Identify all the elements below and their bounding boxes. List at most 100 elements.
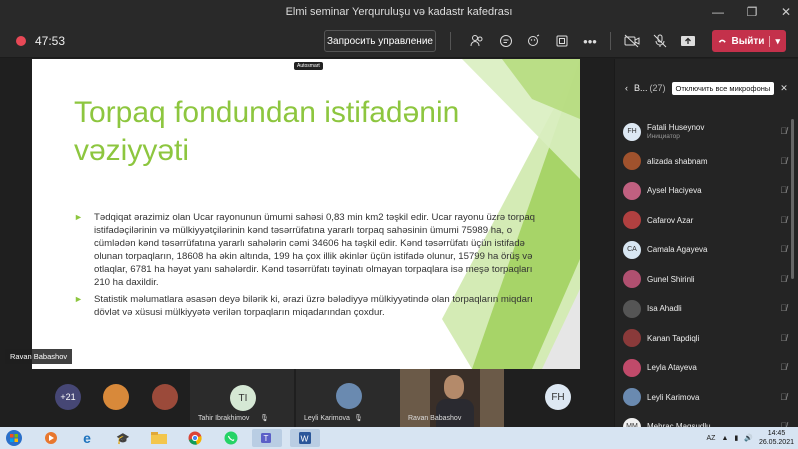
svg-text:T: T bbox=[264, 434, 269, 443]
close-icon[interactable]: ✕ bbox=[780, 83, 788, 94]
avatar: CA bbox=[623, 240, 641, 259]
autosmart-badge: Autosmart bbox=[294, 62, 323, 70]
mic-off-icon[interactable] bbox=[651, 32, 669, 50]
recording-icon bbox=[16, 36, 26, 46]
clock-date: 26.05.2021 bbox=[758, 439, 794, 446]
participants-panel: ‹ B... (27) Отключить все микрофоны ✕ FH… bbox=[614, 59, 798, 436]
avatar: TI bbox=[230, 385, 256, 411]
minimize-icon[interactable]: — bbox=[712, 5, 724, 19]
clock[interactable]: 14:45 26.05.2021 bbox=[759, 429, 794, 447]
participant-name: Isa Ahadli bbox=[647, 304, 682, 314]
participant-row[interactable]: Kanan Tapdiqli 🎙̸ bbox=[623, 324, 787, 354]
chat-icon[interactable] bbox=[497, 32, 515, 50]
reactions-icon[interactable] bbox=[525, 32, 543, 50]
avatar bbox=[623, 299, 641, 318]
chevron-down-icon[interactable]: ▾ bbox=[769, 35, 780, 47]
video-tile[interactable]: TI Tahir Ibrakhimov 🎙 bbox=[190, 369, 294, 427]
slide-title: Torpaq fondundan istifadənin vəziyyəti bbox=[74, 96, 460, 167]
phone-icon bbox=[718, 39, 726, 43]
participant-name: Leyli Karimova bbox=[647, 392, 700, 402]
leave-label: Выйти bbox=[731, 35, 765, 47]
tray-chevron-icon[interactable]: ▲ bbox=[721, 435, 728, 442]
network-icon[interactable]: ▮ bbox=[734, 434, 738, 442]
leave-button[interactable]: Выйти ▾ bbox=[712, 30, 786, 52]
teams-meeting-window: Elmi seminar Yerquruluşu və kadastr kafe… bbox=[0, 0, 798, 449]
avatar[interactable] bbox=[152, 384, 178, 410]
video-tile[interactable]: Ravan Babashov bbox=[400, 369, 504, 427]
teams-icon[interactable]: T bbox=[252, 429, 282, 447]
window-controls: — ❐ ✕ bbox=[712, 0, 792, 24]
avatar[interactable]: FH bbox=[545, 384, 571, 410]
more-options-icon[interactable]: ••• bbox=[581, 32, 599, 50]
participant-row[interactable]: CA Camala Agayeva 🎙̸ bbox=[623, 235, 787, 265]
mic-off-icon[interactable]: 🎙̸ bbox=[780, 126, 787, 136]
camera-off-icon[interactable] bbox=[623, 32, 641, 50]
window-title: Elmi seminar Yerquruluşu və kadastr kafe… bbox=[285, 6, 513, 18]
mic-off-icon[interactable]: 🎙̸ bbox=[780, 362, 787, 372]
avatar bbox=[623, 358, 641, 377]
mute-all-button[interactable]: Отключить все микрофоны bbox=[671, 81, 775, 95]
participant-row[interactable]: Gunel Shirinli 🎙̸ bbox=[623, 265, 787, 295]
tile-name: Tahir Ibrakhimov bbox=[198, 415, 250, 422]
avatar bbox=[623, 329, 641, 348]
participant-row[interactable]: Cafarov Azar 🎙̸ bbox=[623, 206, 787, 236]
file-explorer-icon[interactable] bbox=[144, 429, 174, 447]
word-icon[interactable]: W bbox=[290, 429, 320, 447]
mic-off-icon[interactable]: 🎙̸ bbox=[780, 274, 787, 284]
participant-row[interactable]: FH Fatali Huseynov Инициатор 🎙̸ bbox=[623, 117, 787, 147]
mic-off-icon[interactable]: 🎙̸ bbox=[780, 215, 787, 225]
avatar bbox=[623, 211, 641, 230]
tile-name: Leyli Karimova bbox=[304, 415, 350, 422]
participant-row[interactable]: Isa Ahadli 🎙̸ bbox=[623, 294, 787, 324]
avatar[interactable] bbox=[103, 384, 129, 410]
shared-slide: Autosmart Torpaq fondundan istifadənin v… bbox=[32, 59, 580, 369]
avatar bbox=[336, 383, 362, 409]
system-tray: AZ ▲ ▮ 🔊 14:45 26.05.2021 bbox=[706, 428, 794, 448]
participant-row[interactable]: Aysel Haciyeva 🎙̸ bbox=[623, 176, 787, 206]
request-control-button[interactable]: Запросить управление bbox=[324, 30, 436, 52]
participant-row[interactable]: alizada shabnam 🎙̸ bbox=[623, 147, 787, 177]
more-participants-badge[interactable]: +21 bbox=[55, 384, 81, 410]
close-icon[interactable]: ✕ bbox=[780, 5, 792, 19]
bullet-text: Statistik məlumatlara əsasən deyə biləri… bbox=[94, 293, 533, 318]
participants-icon[interactable] bbox=[468, 32, 486, 50]
graduation-app-icon[interactable]: 🎓 bbox=[108, 429, 138, 447]
bullet-arrow-icon: ► bbox=[74, 212, 83, 222]
mic-off-icon: 🎙 bbox=[260, 415, 269, 422]
avatar bbox=[623, 270, 641, 289]
participant-role: Инициатор bbox=[647, 133, 680, 141]
participant-row[interactable]: Leyli Karimova 🎙̸ bbox=[623, 383, 787, 413]
mic-off-icon[interactable]: 🎙̸ bbox=[780, 392, 787, 402]
meeting-toolbar: 47:53 Запросить управление ••• Выйти ▾ bbox=[0, 24, 798, 58]
media-player-icon[interactable] bbox=[36, 429, 66, 447]
participant-name: Cafarov Azar bbox=[647, 215, 694, 225]
participant-name: Gunel Shirinli bbox=[647, 274, 695, 284]
windows-taskbar: e 🎓 T W AZ ▲ ▮ 🔊 14:45 26.05.2021 bbox=[0, 427, 798, 449]
participant-row[interactable]: Leyla Atayeva 🎙̸ bbox=[623, 353, 787, 383]
video-tile[interactable]: Leyli Karimova 🎙 bbox=[296, 369, 400, 427]
content-stage: Autosmart Torpaq fondundan istifadənin v… bbox=[0, 59, 608, 369]
rooms-icon[interactable] bbox=[553, 32, 571, 50]
bullet-item: ► Tədqiqat ərazimiz olan Ucar rayonunun … bbox=[72, 211, 538, 290]
mic-off-icon[interactable]: 🎙̸ bbox=[780, 244, 787, 254]
mic-off-icon[interactable]: 🎙̸ bbox=[780, 333, 787, 343]
volume-icon[interactable]: 🔊 bbox=[744, 434, 753, 442]
chrome-icon[interactable] bbox=[180, 429, 210, 447]
internet-explorer-icon[interactable]: e bbox=[72, 429, 102, 447]
panel-scrollbar[interactable] bbox=[791, 119, 794, 279]
mic-off-icon[interactable]: 🎙̸ bbox=[780, 156, 787, 166]
tile-name: Ravan Babashov bbox=[408, 415, 462, 422]
whatsapp-icon[interactable] bbox=[216, 429, 246, 447]
language-indicator[interactable]: AZ bbox=[706, 435, 715, 442]
start-button-icon[interactable] bbox=[3, 429, 25, 447]
panel-title: B... bbox=[634, 83, 648, 93]
panel-header: ‹ B... (27) Отключить все микрофоны ✕ bbox=[625, 79, 798, 97]
maximize-icon[interactable]: ❐ bbox=[746, 5, 758, 19]
mic-off-icon[interactable]: 🎙̸ bbox=[780, 303, 787, 313]
back-chevron-icon[interactable]: ‹ bbox=[625, 83, 628, 93]
meeting-timer: 47:53 bbox=[35, 34, 66, 48]
participant-name: Aysel Haciyeva bbox=[647, 186, 702, 196]
mic-off-icon[interactable]: 🎙̸ bbox=[780, 185, 787, 195]
participant-name: Camala Agayeva bbox=[647, 245, 708, 255]
share-screen-icon[interactable] bbox=[679, 32, 697, 50]
